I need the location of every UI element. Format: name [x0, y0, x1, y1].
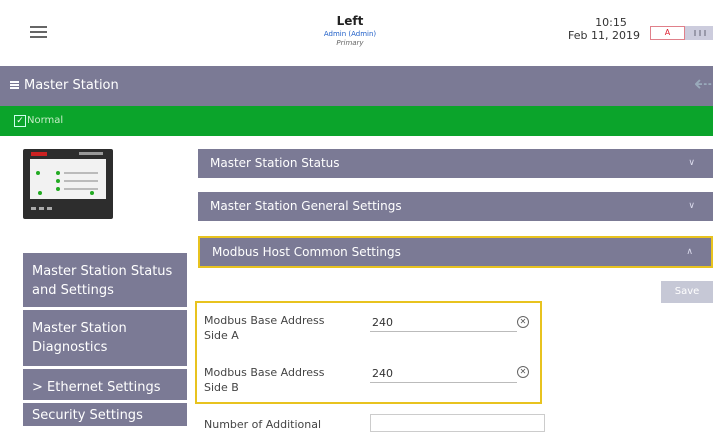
device-header	[79, 152, 103, 155]
accordion-label: Master Station Status	[210, 156, 340, 170]
header-time: 10:15	[595, 16, 627, 29]
field-label-line: Side A	[204, 329, 239, 342]
check-icon: ✓	[14, 115, 26, 127]
field-label-line: Modbus Base Address	[204, 314, 325, 327]
nav-label: Master Station Status	[32, 264, 173, 279]
status-bar: ✓ Normal	[0, 106, 713, 136]
accordion-modbus-host-settings[interactable]: Modbus Host Common Settings ∧	[198, 236, 713, 268]
save-button[interactable]: Save	[661, 281, 713, 303]
status-text: Normal	[27, 115, 64, 126]
nav-label: > Ethernet Settings	[32, 380, 161, 395]
page-titlebar: Master Station ⇠	[0, 66, 713, 106]
header-clock: 10:15 Feb 11, 2019	[560, 16, 640, 42]
device-line	[64, 180, 98, 182]
device-logo	[31, 152, 47, 156]
nav-diagnostics[interactable]: Master Station Diagnostics	[23, 310, 187, 366]
device-led	[56, 171, 60, 175]
base-address-a-input[interactable]	[370, 314, 517, 332]
field-label-base-address-a: Modbus Base Address Side A	[204, 313, 354, 343]
page-title: Master Station	[24, 78, 119, 93]
header-date: Feb 11, 2019	[568, 29, 640, 42]
header-center: Left Admin (Admin) Primary	[240, 14, 460, 48]
device-led	[38, 191, 42, 195]
accordion-general-settings[interactable]: Master Station General Settings ∨	[198, 192, 713, 221]
chevron-up-icon: ∧	[686, 247, 693, 257]
device-led	[56, 179, 60, 183]
nav-ethernet-settings[interactable]: > Ethernet Settings	[23, 369, 187, 400]
chevron-down-icon: ∨	[688, 201, 695, 211]
header-user[interactable]: Admin (Admin)	[240, 29, 460, 39]
clear-icon[interactable]: ✕	[517, 366, 529, 378]
side-switch[interactable]: A	[650, 26, 713, 40]
side-switch-label: A	[650, 26, 685, 40]
field-label-additional: Number of Additional	[204, 418, 322, 431]
menu-icon[interactable]	[30, 26, 47, 39]
back-arrow-icon[interactable]: ⇠	[694, 72, 712, 98]
nav-security-settings[interactable]: Security Settings	[23, 403, 187, 426]
device-button	[47, 207, 52, 210]
clear-icon[interactable]: ✕	[517, 316, 529, 328]
app-header: Left Admin (Admin) Primary 10:15 Feb 11,…	[0, 0, 713, 66]
device-screen	[30, 159, 106, 199]
field-label-base-address-b: Modbus Base Address Side B	[204, 365, 354, 395]
accordion-label: Modbus Host Common Settings	[212, 245, 401, 259]
chevron-down-icon: ∨	[688, 158, 695, 168]
nav-label: Diagnostics	[32, 340, 108, 355]
device-line	[64, 188, 98, 190]
device-led	[36, 171, 40, 175]
list-icon	[10, 81, 19, 89]
nav-label: Security Settings	[32, 408, 143, 423]
side-switch-b	[685, 26, 713, 40]
device-led	[56, 187, 60, 191]
nav-label: Master Station	[32, 321, 127, 336]
device-button	[39, 207, 44, 210]
device-image	[23, 149, 113, 219]
nav-status-settings[interactable]: Master Station Status and Settings	[23, 253, 187, 307]
base-address-b-input[interactable]	[370, 365, 517, 383]
header-title: Left	[336, 14, 364, 28]
additional-input[interactable]	[370, 414, 545, 432]
nav-label: and Settings	[32, 283, 114, 298]
device-line	[64, 172, 98, 174]
accordion-master-station-status[interactable]: Master Station Status ∨	[198, 149, 713, 178]
device-button	[31, 207, 36, 210]
field-label-line: Side B	[204, 381, 239, 394]
accordion-label: Master Station General Settings	[210, 199, 402, 213]
header-role: Primary	[336, 39, 364, 47]
field-label-line: Modbus Base Address	[204, 366, 325, 379]
device-led	[90, 191, 94, 195]
